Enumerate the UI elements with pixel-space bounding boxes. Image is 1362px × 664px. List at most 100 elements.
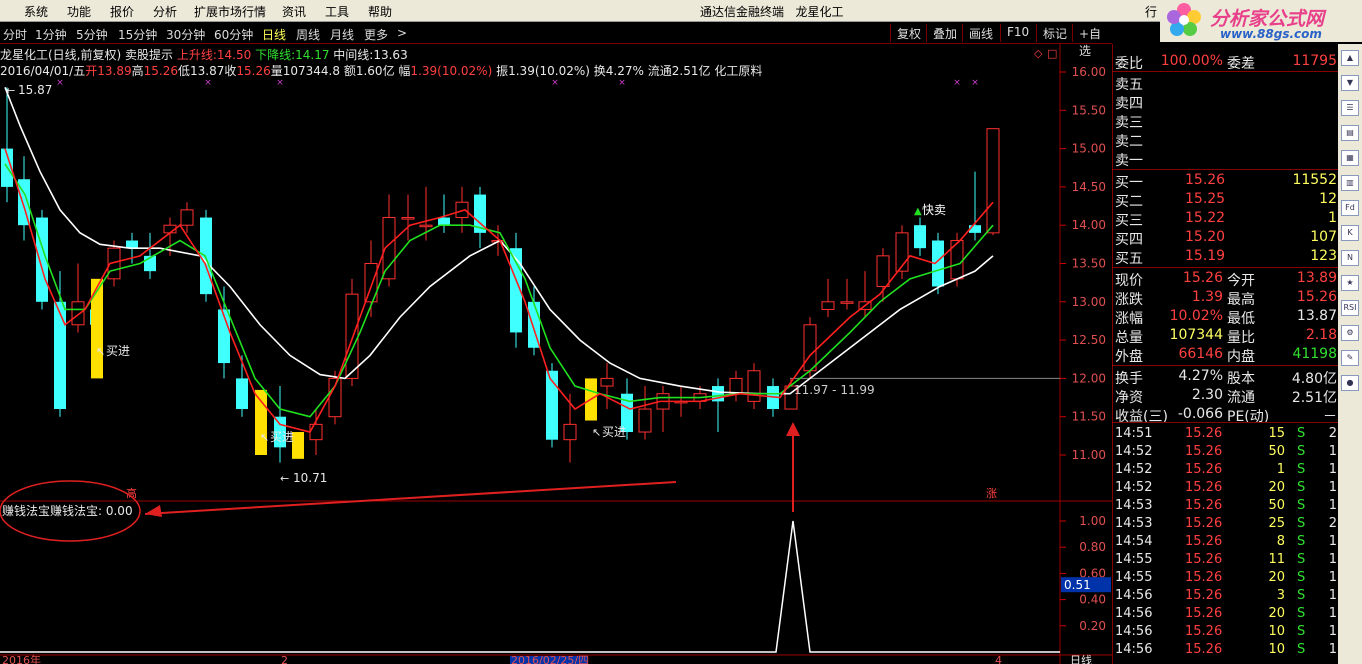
mark-x-icon: × <box>276 78 284 88</box>
news-icon[interactable]: N <box>1341 250 1359 266</box>
quote-toggle-button[interactable]: 行 <box>1145 3 1157 20</box>
indicator-axis-label: 0.80 <box>1079 540 1106 554</box>
annotation-arrowhead <box>145 505 162 517</box>
star-icon[interactable]: ★ <box>1341 275 1359 291</box>
tick-row: 14:56 15.26 3 S 1 <box>1115 588 1337 603</box>
grid-icon[interactable]: ▦ <box>1341 150 1359 166</box>
low-label: 10.71 <box>293 471 327 485</box>
panel-divider <box>1113 365 1339 366</box>
flower-logo-icon <box>1167 3 1201 36</box>
rss-icon[interactable]: RSI <box>1341 300 1359 316</box>
mark-x-icon: × <box>618 78 626 88</box>
tick-row: 14:53 15.26 25 S 2 <box>1115 516 1337 531</box>
price-axis-label: 13.00 <box>1072 295 1106 309</box>
tick-row: 14:53 15.26 50 S 1 <box>1115 498 1337 513</box>
mark-x-icon: × <box>56 78 64 88</box>
list-icon[interactable]: ☰ <box>1341 100 1359 116</box>
low-arrow-icon: ← <box>280 472 289 485</box>
price-axis-label: 13.50 <box>1072 257 1106 271</box>
ask-row: 卖四 <box>1115 96 1143 112</box>
candle-body <box>876 255 890 287</box>
candle-body <box>345 293 359 379</box>
quote-stat-row: 总量 107344 量比 2.18 <box>1115 327 1337 346</box>
buy-label: 买进 <box>270 430 294 444</box>
buy-signal-bar <box>255 389 267 455</box>
price-axis-label: 15.00 <box>1072 142 1106 156</box>
candle-body <box>803 324 817 372</box>
bid-row: 买五 15.19 123 <box>1115 248 1337 267</box>
candle-body <box>600 377 614 387</box>
watermark-logo: 分析家公式网 www.88gs.com <box>1160 0 1362 42</box>
panel-divider <box>1113 169 1339 170</box>
square-icon: □ <box>1047 47 1057 60</box>
chart-icon[interactable]: ▤ <box>1341 125 1359 141</box>
xaxis-label: 2016/02/25/四 <box>511 654 589 664</box>
ask-row: 卖二 <box>1115 134 1143 150</box>
candle-body <box>638 408 652 433</box>
quote-stat-row: 外盘 66146 内盘 41198 <box>1115 346 1337 365</box>
ball-icon[interactable]: ● <box>1341 375 1359 391</box>
price-axis-label: 12.50 <box>1072 333 1106 347</box>
kline-chart[interactable]: 16.00 15.50 15.00 14.50 14.00 13.50 13.00 12.50… <box>0 0 1112 664</box>
tick-row: 14:54 15.26 8 S 1 <box>1115 534 1337 549</box>
buy-arrow-icon: ↖ <box>96 345 105 358</box>
indicator-axis-label: 0.40 <box>1079 593 1106 607</box>
candle-body <box>200 217 212 295</box>
quote-stat-row: 涨跌 1.39 最高 15.26 <box>1115 289 1337 308</box>
tick-row: 14:56 15.26 10 S 1 <box>1115 642 1337 657</box>
settings-icon[interactable]: ⚙ <box>1341 325 1359 341</box>
panel-divider <box>1113 267 1339 268</box>
ask-row: 卖三 <box>1115 115 1143 131</box>
tick-row: 14:55 15.26 11 S 1 <box>1115 552 1337 567</box>
period-label: 日线 <box>1070 653 1092 664</box>
tick-row: 14:56 15.26 20 S 1 <box>1115 606 1337 621</box>
ask-row: 卖一 <box>1115 153 1143 169</box>
sell-label: 快卖 <box>922 203 946 217</box>
candle-body <box>180 209 194 226</box>
down-arrow-icon[interactable]: ▼ <box>1341 75 1359 91</box>
candle-body <box>438 217 450 226</box>
mark-x-icon: × <box>953 78 961 88</box>
tick-row: 14:56 15.26 10 S 1 <box>1115 624 1337 639</box>
xaxis-label: 2016年 <box>2 653 41 664</box>
k-icon[interactable]: K <box>1341 225 1359 241</box>
quote-stat-row: 现价 15.26 今开 13.89 <box>1115 270 1337 289</box>
candle-body <box>401 217 415 220</box>
up-arrow-icon[interactable]: ▲ <box>1341 50 1359 66</box>
pen-icon[interactable]: ✎ <box>1341 350 1359 366</box>
quote-stat-row: 涨幅 10.02% 最低 13.87 <box>1115 308 1337 327</box>
quote-panel: 委比 100.00% 委差 11795 卖五 卖四 卖三 卖二 卖一 买一 15.26 11552 买二… <box>1112 44 1339 664</box>
tick-row: 14:51 15.26 15 S 2 <box>1115 426 1337 441</box>
ask-row: 卖五 <box>1115 77 1143 93</box>
annotation-arrow <box>144 481 677 515</box>
range-label: 11.97 - 11.99 <box>794 383 875 397</box>
fundamental-row: 换手 4.27% 股本 4.80亿 <box>1115 368 1337 387</box>
buy-arrow-icon: ↖ <box>260 431 269 444</box>
candle-body <box>309 423 323 441</box>
buy-label: 买进 <box>106 344 130 358</box>
indicator-axis-label: 0.20 <box>1079 619 1106 633</box>
fund-icon[interactable]: Fd <box>1341 200 1359 216</box>
candle-body <box>126 240 138 249</box>
price-axis-label: 16.00 <box>1072 65 1106 79</box>
price-axis-label: 15.50 <box>1072 103 1106 117</box>
candle-body <box>419 224 433 228</box>
candle-body <box>747 370 761 402</box>
candle-body <box>563 423 577 441</box>
mark-x-icon: × <box>551 78 559 88</box>
tick-row: 14:52 15.26 1 S 1 <box>1115 462 1337 477</box>
price-axis-label: 11.00 <box>1072 448 1106 462</box>
buy-arrow-icon: ↖ <box>592 426 601 439</box>
buy-label: 买进 <box>602 425 626 439</box>
bid-row: 买四 15.20 107 <box>1115 229 1337 248</box>
candle-body <box>729 377 743 395</box>
indicator-line <box>0 520 1060 653</box>
table-icon[interactable]: ▥ <box>1341 175 1359 191</box>
watermark-url: www.88gs.com <box>1220 27 1322 41</box>
xaxis-label: 4 <box>995 654 1002 664</box>
indicator-axis-label: 1.00 <box>1079 514 1106 528</box>
candle-body <box>236 378 248 410</box>
candle-body <box>71 301 85 326</box>
tick-row: 14:52 15.26 20 S 1 <box>1115 480 1337 495</box>
candle-body <box>914 225 926 249</box>
